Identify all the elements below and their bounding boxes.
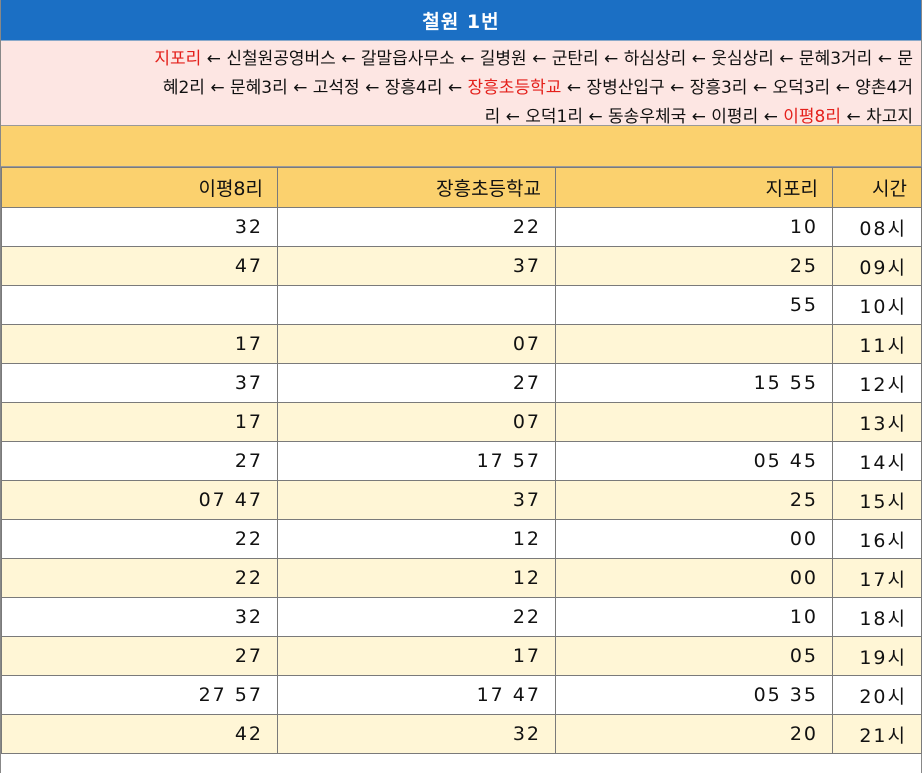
cell-hour: 13시 <box>832 402 922 442</box>
cell-hour: 09시 <box>832 246 922 286</box>
cell-jipo <box>555 402 833 442</box>
route-stop-highlight: 지포리 <box>154 49 202 69</box>
table-row: 07 47 37 25 15시 <box>1 480 922 520</box>
cell-jipo: 15 55 <box>555 363 833 403</box>
cell-janghung-school: 37 <box>277 480 556 520</box>
header-stop-ipyeong8ri: 이평8리 <box>1 167 278 208</box>
cell-hour: 18시 <box>832 597 922 637</box>
cell-janghung-school: 07 <box>277 402 556 442</box>
cell-hour: 20시 <box>832 675 922 715</box>
cell-ipyeong8ri: 27 57 <box>1 675 278 715</box>
header-hour: 시간 <box>832 167 922 208</box>
table-row: 47 37 25 09시 <box>1 246 922 286</box>
route-title: 철원 1번 <box>1 0 921 41</box>
table-row: 32 22 10 08시 <box>1 207 922 247</box>
cell-janghung-school: 17 57 <box>277 441 556 481</box>
table-row: 37 27 15 55 12시 <box>1 363 922 403</box>
cell-ipyeong8ri: 27 <box>1 441 278 481</box>
route-stop-highlight: 이평8리 <box>783 107 842 127</box>
route-stop-highlight: 장흥초등학교 <box>467 78 562 98</box>
route-stop-text: 혜2리 ← 문혜3리 ← 고석정 ← 장흥4리 ← <box>162 78 468 98</box>
table-header-row: 이평8리 장흥초등학교 지포리 시간 <box>1 167 922 208</box>
route-stop-text: ← 장병산입구 ← 장흥3리 ← 오덕3리 ← 양촌4거 <box>561 78 913 98</box>
route-stop-text: ← 신철원공영버스 ← 갈말읍사무소 ← 길병원 ← 군탄리 ← 하심상리 ← … <box>201 49 913 69</box>
route-stop-text: ← 차고지 <box>841 107 913 127</box>
cell-janghung-school: 22 <box>277 207 556 247</box>
route-line-1: 지포리 ← 신철원공영버스 ← 갈말읍사무소 ← 길병원 ← 군탄리 ← 하심상… <box>9 45 913 74</box>
table-row: 27 17 05 19시 <box>1 636 922 676</box>
cell-jipo: 10 <box>555 597 833 637</box>
cell-jipo: 25 <box>555 480 833 520</box>
cell-ipyeong8ri: 17 <box>1 402 278 442</box>
cell-ipyeong8ri <box>1 285 278 325</box>
table-row: 22 12 00 17시 <box>1 558 922 598</box>
table-row: 27 57 17 47 05 35 20시 <box>1 675 922 715</box>
cell-jipo: 25 <box>555 246 833 286</box>
schedule-body: 32 22 10 08시 47 37 25 09시 55 10시 17 07 11시 37 27 15 55 1… <box>1 207 922 754</box>
cell-janghung-school: 12 <box>277 519 556 559</box>
cell-jipo: 05 <box>555 636 833 676</box>
cell-janghung-school: 32 <box>277 714 556 754</box>
cell-hour: 19시 <box>832 636 922 676</box>
cell-janghung-school: 07 <box>277 324 556 364</box>
cell-ipyeong8ri: 32 <box>1 597 278 637</box>
route-stop-text: 리 ← 오덕1리 ← 동송우체국 ← 이평리 ← <box>484 107 784 127</box>
cell-ipyeong8ri: 42 <box>1 714 278 754</box>
cell-jipo: 05 45 <box>555 441 833 481</box>
cell-janghung-school: 12 <box>277 558 556 598</box>
cell-hour: 11시 <box>832 324 922 364</box>
cell-jipo: 00 <box>555 519 833 559</box>
route-stops: 지포리 ← 신철원공영버스 ← 갈말읍사무소 ← 길병원 ← 군탄리 ← 하심상… <box>1 41 921 127</box>
cell-janghung-school: 22 <box>277 597 556 637</box>
cell-ipyeong8ri: 27 <box>1 636 278 676</box>
cell-ipyeong8ri: 37 <box>1 363 278 403</box>
cell-janghung-school: 27 <box>277 363 556 403</box>
timetable-page: 철원 1번 지포리 ← 신철원공영버스 ← 갈말읍사무소 ← 길병원 ← 군탄리… <box>0 0 922 773</box>
cell-ipyeong8ri: 22 <box>1 519 278 559</box>
cell-hour: 10시 <box>832 285 922 325</box>
table-row: 55 10시 <box>1 285 922 325</box>
cell-jipo: 55 <box>555 285 833 325</box>
cell-hour: 16시 <box>832 519 922 559</box>
table-row: 17 07 11시 <box>1 324 922 364</box>
table-row: 22 12 00 16시 <box>1 519 922 559</box>
table-row: 27 17 57 05 45 14시 <box>1 441 922 481</box>
cell-jipo: 20 <box>555 714 833 754</box>
cell-ipyeong8ri: 07 47 <box>1 480 278 520</box>
cell-jipo: 10 <box>555 207 833 247</box>
schedule-table: 이평8리 장흥초등학교 지포리 시간 32 22 10 08시 47 37 25 09시 55 1… <box>1 167 922 754</box>
cell-hour: 15시 <box>832 480 922 520</box>
cell-hour: 14시 <box>832 441 922 481</box>
route-line-2: 혜2리 ← 문혜3리 ← 고석정 ← 장흥4리 ← 장흥초등학교 ← 장병산입구… <box>9 74 913 103</box>
cell-ipyeong8ri: 32 <box>1 207 278 247</box>
cell-hour: 08시 <box>832 207 922 247</box>
cell-ipyeong8ri: 47 <box>1 246 278 286</box>
cell-hour: 21시 <box>832 714 922 754</box>
cell-ipyeong8ri: 17 <box>1 324 278 364</box>
cell-jipo: 05 35 <box>555 675 833 715</box>
cell-jipo <box>555 324 833 364</box>
header-spacer <box>1 126 921 167</box>
cell-hour: 17시 <box>832 558 922 598</box>
cell-janghung-school: 17 <box>277 636 556 676</box>
cell-jipo: 00 <box>555 558 833 598</box>
header-stop-janghung-school: 장흥초등학교 <box>277 167 556 208</box>
table-row: 17 07 13시 <box>1 402 922 442</box>
table-row: 32 22 10 18시 <box>1 597 922 637</box>
cell-janghung-school: 37 <box>277 246 556 286</box>
cell-janghung-school <box>277 285 556 325</box>
cell-hour: 12시 <box>832 363 922 403</box>
header-stop-jipo: 지포리 <box>555 167 833 208</box>
cell-ipyeong8ri: 22 <box>1 558 278 598</box>
table-row: 42 32 20 21시 <box>1 714 922 754</box>
cell-janghung-school: 17 47 <box>277 675 556 715</box>
